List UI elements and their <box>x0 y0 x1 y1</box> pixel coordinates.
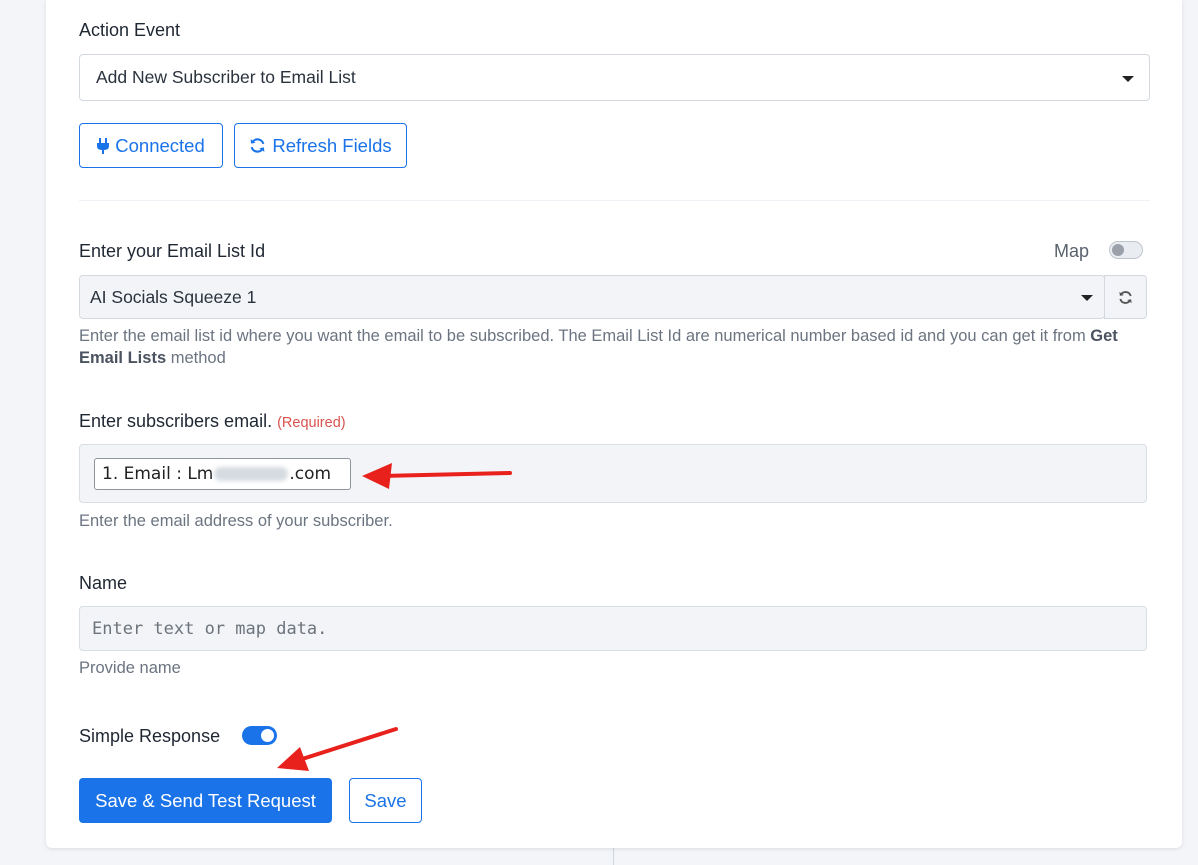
reload-list-button[interactable] <box>1104 275 1147 319</box>
name-label: Name <box>79 573 128 593</box>
refresh-fields-button[interactable]: Refresh Fields <box>234 123 407 168</box>
map-toggle[interactable] <box>1109 241 1143 259</box>
action-event-label: Action Event <box>79 20 181 40</box>
background-divider <box>613 845 614 865</box>
map-toggle-knob <box>1112 244 1124 256</box>
subscriber-email-help: Enter the email address of your subscrib… <box>79 512 393 530</box>
chevron-down-icon <box>1081 295 1093 301</box>
email-list-select[interactable]: AI Socials Squeeze 1 <box>79 275 1105 319</box>
email-list-label: Enter your Email List Id <box>79 241 266 261</box>
name-input[interactable]: Enter text or map data. <box>79 606 1147 651</box>
save-send-test-label: Save & Send Test Request <box>95 789 316 811</box>
section-divider <box>79 200 1150 201</box>
subscriber-email-label-text: Enter subscribers email. <box>79 411 273 431</box>
save-button[interactable]: Save <box>349 778 422 823</box>
email-list-help-suffix: method <box>166 349 226 367</box>
email-list-help: Enter the email list id where you want t… <box>79 325 1154 369</box>
email-list-value: AI Socials Squeeze 1 <box>90 286 257 307</box>
redacted-email <box>214 467 289 481</box>
connected-label: Connected <box>115 134 205 156</box>
simple-response-toggle-knob <box>261 729 274 742</box>
refresh-icon <box>250 138 265 153</box>
action-settings-card: Action Event Add New Subscriber to Email… <box>46 0 1182 848</box>
subscriber-email-label: Enter subscribers email. (Required) <box>79 411 346 432</box>
required-badge: (Required) <box>277 415 346 431</box>
simple-response-toggle[interactable] <box>242 726 277 745</box>
name-help: Provide name <box>79 659 181 677</box>
email-pill-prefix: 1. Email : Lm <box>102 464 214 484</box>
plug-icon <box>97 137 110 154</box>
email-list-help-text: Enter the email list id where you want t… <box>79 327 1091 345</box>
action-event-select[interactable]: Add New Subscriber to Email List <box>79 54 1150 101</box>
map-label: Map <box>1054 241 1090 261</box>
refresh-fields-label: Refresh Fields <box>272 134 392 156</box>
name-input-placeholder: Enter text or map data. <box>92 618 328 639</box>
connected-button[interactable]: Connected <box>79 123 223 168</box>
action-event-value: Add New Subscriber to Email List <box>96 67 356 87</box>
email-mapped-pill[interactable]: 1. Email : Lm .com <box>94 458 351 490</box>
chevron-down-icon <box>1122 76 1134 82</box>
refresh-icon <box>1119 290 1132 304</box>
simple-response-label: Simple Response <box>79 726 221 746</box>
save-send-test-button[interactable]: Save & Send Test Request <box>79 778 332 823</box>
save-label: Save <box>364 789 407 811</box>
email-pill-suffix: .com <box>289 464 332 484</box>
